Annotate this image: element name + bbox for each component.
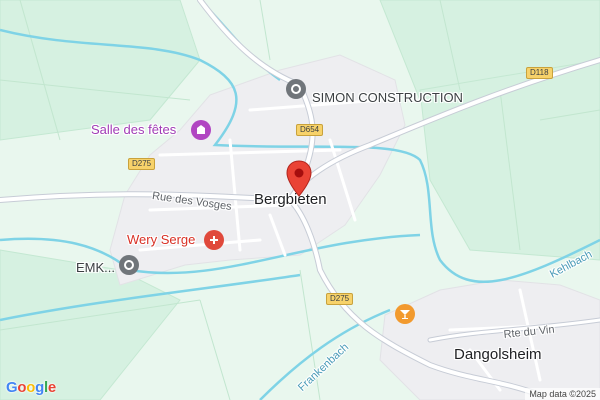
event-venue-icon[interactable] <box>191 120 211 140</box>
road-shield-d275-south: D275 <box>326 293 354 305</box>
map-attribution[interactable]: Map data ©2025 <box>525 388 600 400</box>
medical-icon[interactable] <box>204 230 224 250</box>
company-icon[interactable] <box>119 255 139 275</box>
road-shield-d275-west: D275 <box>128 158 156 170</box>
google-logo[interactable]: Google <box>6 379 56 396</box>
cocktail-bar-icon[interactable] <box>395 304 415 324</box>
company-icon[interactable] <box>286 79 306 99</box>
road-shield-d654: D654 <box>296 124 324 136</box>
map-pin-icon[interactable] <box>286 160 312 203</box>
map-canvas[interactable]: D118 D654 D275 D275 SIMON CONSTRUCTION S… <box>0 0 600 400</box>
road-shield-d118: D118 <box>526 67 553 79</box>
poi-label-wery-serge[interactable]: Wery Serge <box>127 232 195 247</box>
poi-label-simon-construction[interactable]: SIMON CONSTRUCTION <box>312 90 463 105</box>
place-label-dangolsheim[interactable]: Dangolsheim <box>454 346 542 363</box>
poi-label-salle-des-fetes[interactable]: Salle des fêtes <box>91 122 176 137</box>
poi-label-emk[interactable]: EMK... <box>76 260 115 275</box>
